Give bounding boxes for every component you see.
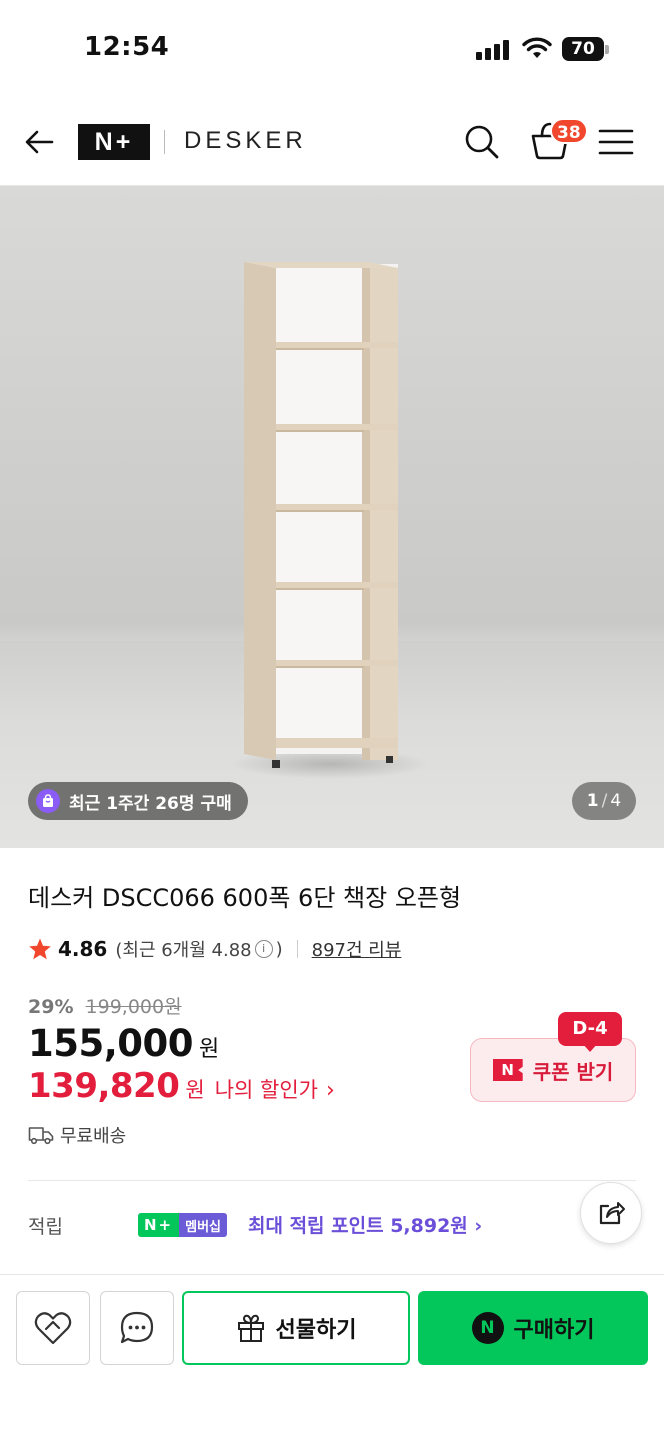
my-discount-price-link[interactable]: 139,820 원 나의 할인가 › — [28, 1066, 335, 1106]
shopping-bag-icon — [36, 789, 60, 813]
my-discount-price-unit: 원 — [185, 1078, 205, 1102]
talk-button[interactable] — [100, 1291, 174, 1365]
page-separator: / — [601, 791, 608, 811]
sale-price-unit: 원 — [199, 1037, 220, 1062]
naver-plus-chip-logo: N+ — [138, 1213, 180, 1237]
naver-plus-logo[interactable]: N+ — [78, 124, 150, 160]
shipping-text: 무료배송 — [60, 1126, 127, 1147]
points-row[interactable]: 적립 N+ 멤버십 최대 적립 포인트 5,892원 › — [28, 1210, 588, 1242]
back-arrow-icon[interactable] — [22, 124, 58, 160]
rating-row: 4.86 (최근 6개월 4.88 i ) 897건 리뷰 — [28, 936, 401, 962]
gift-label: 선물하기 — [275, 1318, 357, 1343]
recent-rating-prefix: (최근 6개월 4.88 — [115, 940, 252, 961]
battery-cap — [605, 45, 609, 54]
status-time: 12:54 — [84, 32, 170, 62]
buy-button[interactable]: N 구매하기 — [418, 1291, 648, 1365]
my-discount-label: 나의 할인가 — [214, 1078, 318, 1102]
rating-value: 4.86 — [58, 937, 108, 961]
logo-divider — [164, 130, 165, 154]
status-bar: 12:54 70 — [0, 0, 664, 100]
gift-button[interactable]: 선물하기 — [182, 1291, 410, 1365]
discount-row: 29% 199,000원 — [28, 992, 182, 1019]
dday-badge: D-4 — [558, 1012, 622, 1046]
battery-indicator: 70 — [562, 37, 604, 61]
signal-icon — [476, 40, 510, 60]
menu-icon[interactable] — [598, 126, 634, 158]
sale-price: 155,000 — [28, 1022, 194, 1065]
my-discount-price: 139,820 — [28, 1066, 180, 1106]
truck-icon — [28, 1127, 54, 1145]
buy-label: 구매하기 — [513, 1318, 595, 1343]
naver-plus-membership-chip: N+ 멤버십 — [138, 1213, 228, 1237]
coupon-download-button[interactable]: N 쿠폰 받기 — [470, 1038, 636, 1102]
rating-divider — [296, 940, 298, 958]
product-title: 데스커 DSCC066 600폭 6단 책장 오픈형 — [28, 884, 462, 912]
gift-icon — [237, 1314, 264, 1342]
max-points-text: 최대 적립 포인트 5,892원 › — [248, 1215, 483, 1237]
review-count-link[interactable]: 897건 리뷰 — [312, 936, 402, 962]
recent-purchase-badge: 최근 1주간 26명 구매 — [28, 782, 248, 820]
discount-rate: 29% — [28, 996, 74, 1018]
section-divider — [28, 1180, 636, 1181]
recent-rating-suffix: ) — [275, 938, 283, 960]
membership-chip-label: 멤버십 — [179, 1213, 228, 1237]
points-label: 적립 — [28, 1216, 63, 1238]
brand-name[interactable]: DESKER — [184, 127, 307, 155]
total-images: 4 — [610, 791, 622, 811]
heart-icon — [34, 1312, 72, 1345]
cart-count-badge: 38 — [550, 118, 588, 144]
current-image-index: 1 — [586, 791, 599, 811]
price-row: 155,000 원 — [28, 1022, 219, 1065]
share-icon — [599, 1202, 625, 1225]
coupon-label: 쿠폰 받기 — [532, 1059, 614, 1084]
star-icon — [29, 938, 51, 960]
naver-coupon-icon: N — [492, 1059, 523, 1081]
info-icon[interactable]: i — [254, 940, 273, 958]
product-image-carousel[interactable]: 최근 1주간 26명 구매 1 / 4 — [0, 186, 664, 848]
bookshelf-image — [244, 262, 398, 768]
shipping-row: 무료배송 — [28, 1122, 126, 1148]
original-price: 199,000원 — [85, 996, 182, 1018]
dday-badge-tail — [582, 1043, 598, 1052]
wishlist-button[interactable] — [16, 1291, 90, 1365]
search-icon[interactable] — [462, 122, 502, 162]
wifi-icon — [522, 37, 552, 58]
naver-pay-icon: N — [471, 1312, 504, 1344]
image-page-indicator: 1 / 4 — [572, 782, 636, 820]
chevron-right-icon: › — [325, 1078, 335, 1103]
chat-icon — [120, 1311, 154, 1344]
recent-purchase-text: 최근 1주간 26명 구매 — [69, 793, 232, 814]
share-button[interactable] — [580, 1182, 642, 1244]
